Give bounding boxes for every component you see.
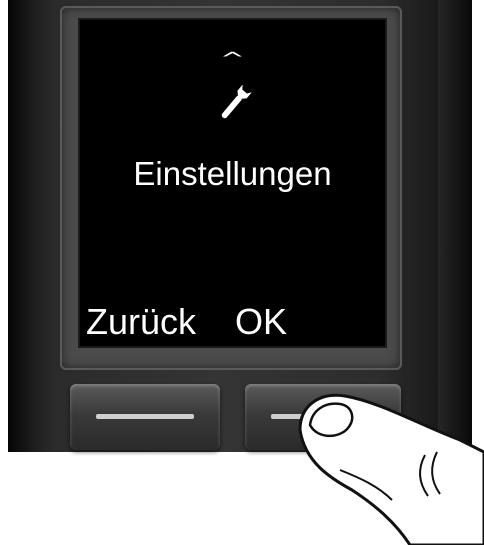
scroll-up-indicator: ^ — [80, 44, 385, 74]
right-display-key[interactable] — [245, 384, 401, 450]
left-key-marker — [96, 414, 194, 419]
scroll-up-arrow-icon: ^ — [219, 48, 246, 70]
wrench-icon — [221, 84, 252, 119]
display-screen: ^ Einstellungen Zurück OK — [80, 20, 385, 346]
softkey-label-back: Zurück — [86, 301, 197, 342]
right-key-marker — [271, 414, 375, 419]
handset-right-edge — [438, 0, 472, 452]
handset-left-edge — [8, 0, 36, 452]
left-display-key[interactable] — [70, 384, 220, 450]
menu-title: Einstellungen — [133, 155, 332, 192]
phone-handset: ^ Einstellungen Zurück OK — [0, 0, 484, 545]
softkey-label-ok: OK — [235, 301, 288, 342]
